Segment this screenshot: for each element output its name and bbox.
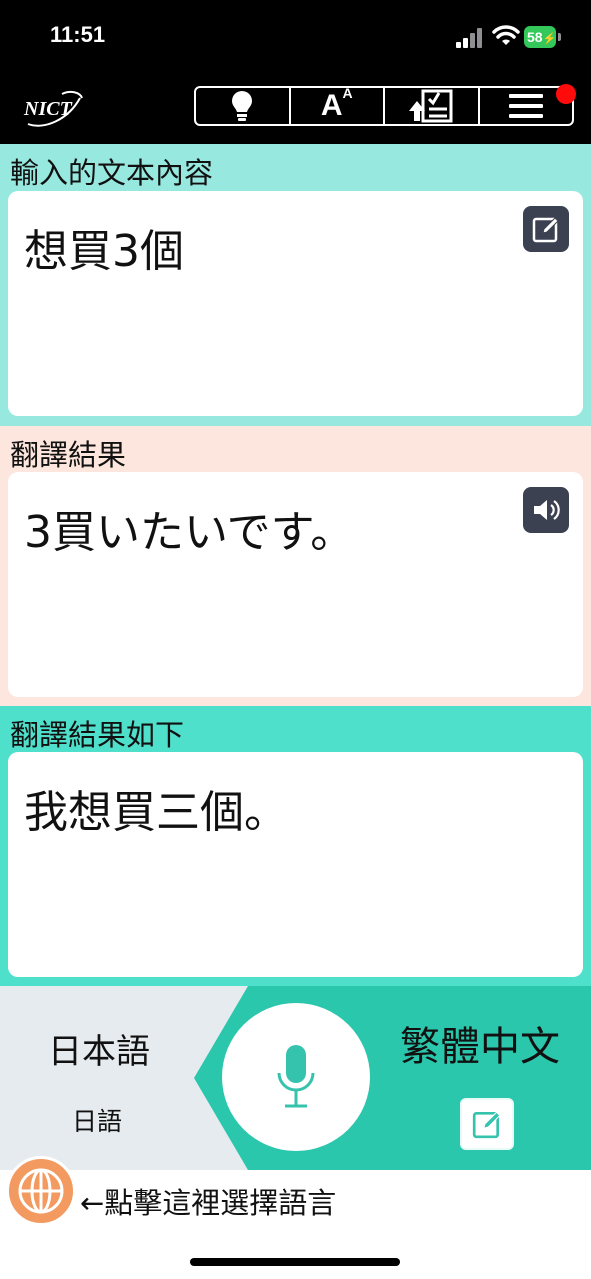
logo-text: NICT xyxy=(24,98,72,120)
language-select-button[interactable] xyxy=(6,1156,76,1226)
lightbulb-icon xyxy=(232,91,253,121)
input-section-label: 輸入的文本內容 xyxy=(10,156,214,190)
back-translation-section: 翻譯結果如下 我想買三個。 xyxy=(0,706,591,986)
globe-icon xyxy=(18,1168,64,1214)
microphone-button[interactable] xyxy=(222,1003,370,1151)
export-history-button[interactable] xyxy=(385,88,480,124)
wifi-icon xyxy=(492,25,520,45)
language-hint-bar: ←點擊這裡選擇語言 xyxy=(0,1156,591,1279)
back-translation-text: 我想買三個。 xyxy=(24,787,288,838)
play-audio-button[interactable] xyxy=(523,487,569,533)
translation-text: 3買いたいです。 xyxy=(24,507,355,558)
upload-checklist-icon xyxy=(409,89,453,123)
hamburger-menu-icon xyxy=(508,94,543,118)
notification-badge xyxy=(556,84,576,104)
source-language: 日本語 xyxy=(48,1032,150,1072)
home-indicator xyxy=(190,1258,400,1266)
status-time: 11:51 xyxy=(50,22,106,47)
edit-icon xyxy=(472,1111,501,1139)
translation-section-label: 翻譯結果 xyxy=(10,438,127,472)
font-size-icon: AA xyxy=(320,85,353,122)
battery-level: 58 xyxy=(527,29,543,45)
source-language-panel[interactable]: 日本語 日語 xyxy=(0,986,248,1170)
speaker-icon xyxy=(534,500,560,520)
translation-section: 翻譯結果 3買いたいです。 xyxy=(0,426,591,706)
language-hint-text: ←點擊這裡選擇語言 xyxy=(80,1186,337,1220)
tips-button[interactable] xyxy=(196,88,291,124)
nict-logo: NICT xyxy=(22,90,86,130)
translation-text-card: 3買いたいです。 xyxy=(8,472,583,697)
target-language[interactable]: 繁體中文 xyxy=(400,1014,560,1072)
edit-target-button[interactable] xyxy=(460,1098,514,1150)
font-size-button[interactable]: AA xyxy=(291,85,385,124)
status-bar: 11:51 58⚡ xyxy=(0,0,591,78)
input-section: 輸入的文本內容 想買3個 xyxy=(0,144,591,426)
microphone-icon xyxy=(277,1045,315,1108)
edit-input-button[interactable] xyxy=(523,206,569,252)
back-translation-section-label: 翻譯結果如下 xyxy=(10,718,185,752)
input-text-card[interactable]: 想買3個 xyxy=(8,191,583,416)
edit-icon xyxy=(532,217,559,243)
battery-icon: 58⚡ xyxy=(524,26,562,48)
language-bar: 日本語 日語 繁體中文 xyxy=(0,986,591,1170)
cellular-signal-icon xyxy=(456,28,482,48)
app-toolbar: NICT AA xyxy=(0,78,591,144)
back-translation-text-card: 我想買三個。 xyxy=(8,752,583,977)
toolbar-button-group: AA xyxy=(194,85,574,126)
source-language-native: 日語 xyxy=(72,1107,123,1136)
input-text: 想買3個 xyxy=(24,226,184,277)
